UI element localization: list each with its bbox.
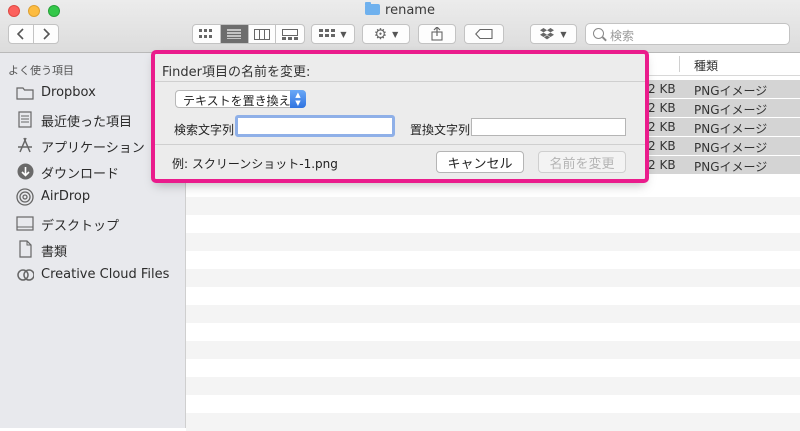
sidebar-item-label: 最近使った項目: [41, 115, 133, 130]
sidebar-item-label: AirDrop: [41, 189, 91, 204]
icon-view-button[interactable]: [193, 25, 221, 43]
divider: [155, 81, 645, 82]
divider: [155, 144, 645, 145]
file-kind: PNGイメージ: [694, 103, 768, 117]
list-view-button[interactable]: [220, 25, 249, 43]
rename-button[interactable]: 名前を変更: [538, 151, 626, 173]
updown-chevron-icon: ▲ ▼: [290, 90, 306, 108]
tag-button[interactable]: [464, 24, 504, 44]
empty-row: [186, 269, 800, 287]
gallery-view-icon: [282, 28, 299, 40]
sidebar-item-label: アプリケーション: [41, 141, 145, 156]
dropbox-icon: [540, 28, 555, 40]
nav-buttons: [8, 24, 59, 44]
file-size: 2 KB: [648, 82, 676, 96]
column-view-icon: [253, 28, 270, 40]
example-filename: 例: スクリーンショット-1.png: [172, 157, 338, 171]
gallery-view-button[interactable]: [276, 25, 304, 43]
search-icon: [593, 28, 604, 39]
file-kind: PNGイメージ: [694, 122, 768, 136]
airdrop-icon: [16, 188, 34, 206]
sidebar-item-documents[interactable]: 書類: [0, 236, 185, 262]
sidebar-item-desktop[interactable]: デスクトップ: [0, 210, 185, 236]
dropbox-button[interactable]: ▼: [530, 24, 577, 44]
rename-label: 名前を変更: [549, 156, 615, 172]
window-title: rename: [0, 2, 800, 18]
chevron-down-icon: ▼: [392, 29, 399, 39]
find-text-field[interactable]: [235, 115, 395, 137]
file-kind: PNGイメージ: [694, 160, 768, 174]
chevron-down-icon: ▼: [560, 29, 567, 39]
file-size: 2 KB: [648, 101, 676, 115]
share-icon: [431, 27, 443, 41]
replace-text-field[interactable]: [471, 118, 626, 136]
rename-dialog: Finder項目の名前を変更: テキストを置き換える ▲ ▼ 検索文字列: 置換文…: [155, 53, 645, 181]
empty-row: [186, 197, 800, 215]
applications-icon: [16, 136, 34, 154]
search-field[interactable]: 検索: [585, 23, 790, 45]
search-placeholder: 検索: [610, 29, 635, 43]
desktop-icon: [16, 214, 34, 232]
file-size: 2 KB: [648, 139, 676, 153]
find-label: 検索文字列:: [174, 123, 239, 137]
window-title-text: rename: [385, 3, 435, 18]
icon-view-icon: [199, 29, 213, 38]
sidebar-item-label: Creative Cloud Files: [41, 267, 170, 282]
cancel-label: キャンセル: [447, 156, 513, 172]
action-gear-icon: ⚙: [373, 25, 388, 43]
sidebar-item-creative-cloud[interactable]: Creative Cloud Files: [0, 262, 185, 288]
cancel-button[interactable]: キャンセル: [436, 151, 524, 173]
empty-row: [186, 377, 800, 395]
dialog-title: Finder項目の名前を変更:: [162, 65, 311, 80]
chevron-down-icon: ▼: [340, 29, 347, 39]
arrange-button[interactable]: ▼: [311, 24, 355, 44]
sidebar-section-title: よく使う項目: [8, 64, 74, 77]
rename-mode-value: テキストを置き換える: [183, 94, 303, 108]
view-switcher: [192, 24, 305, 44]
file-size: 2 KB: [648, 120, 676, 134]
back-icon: [16, 28, 24, 40]
empty-row: [186, 233, 800, 251]
sidebar-item-label: Dropbox: [41, 85, 96, 100]
kind-column-header[interactable]: 種類: [694, 57, 718, 74]
sidebar-item-label: デスクトップ: [41, 219, 120, 234]
column-divider: [679, 56, 680, 72]
forward-icon: [43, 28, 50, 40]
list-view-icon: [227, 29, 242, 39]
folder-icon: [16, 84, 34, 102]
replace-label: 置換文字列:: [410, 123, 475, 137]
rename-mode-popup[interactable]: テキストを置き換える ▲ ▼: [175, 90, 306, 108]
tag-icon: [475, 29, 493, 39]
empty-row: [186, 341, 800, 359]
recents-icon: [16, 110, 34, 128]
file-kind: PNGイメージ: [694, 84, 768, 98]
sidebar-item-label: 書類: [41, 245, 68, 260]
file-size: 2 KB: [648, 158, 676, 172]
sidebar-item-airdrop[interactable]: AirDrop: [0, 184, 185, 210]
sidebar-item-label: ダウンロード: [41, 167, 120, 182]
empty-row: [186, 305, 800, 323]
creative-cloud-icon: [16, 266, 34, 284]
arrange-icon: [319, 29, 336, 37]
folder-icon: [365, 2, 381, 15]
downloads-icon: [16, 162, 34, 180]
column-view-button[interactable]: [249, 25, 277, 43]
empty-row: [186, 413, 800, 431]
forward-button[interactable]: [34, 25, 58, 43]
share-button[interactable]: [418, 24, 456, 44]
back-button[interactable]: [9, 25, 34, 43]
file-kind: PNGイメージ: [694, 141, 768, 155]
documents-icon: [16, 240, 34, 258]
window-titlebar: rename ▼ ⚙ ▼ ▼ 検索: [0, 0, 800, 53]
action-button[interactable]: ⚙ ▼: [362, 24, 410, 44]
